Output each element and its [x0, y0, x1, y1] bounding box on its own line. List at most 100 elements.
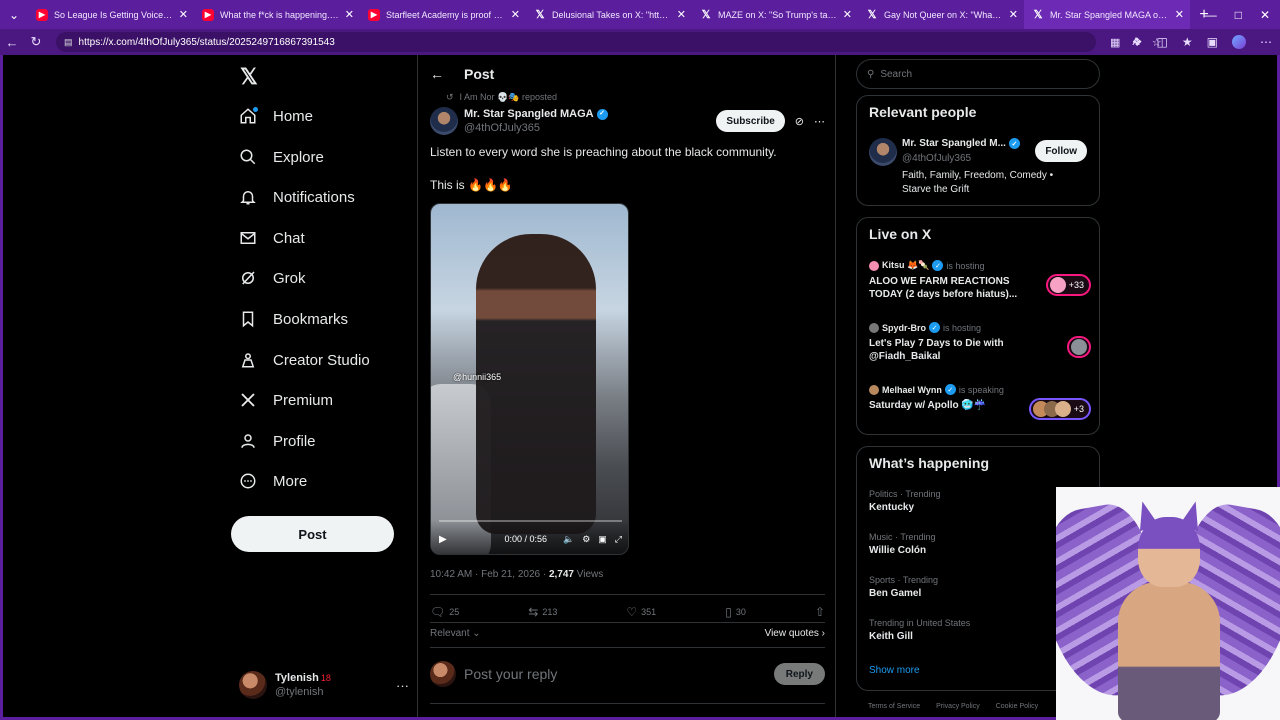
split-screen-icon[interactable]: ◫ — [1157, 35, 1168, 49]
trend-item[interactable]: Politics · Trending Kentucky — [869, 489, 941, 513]
refresh-icon[interactable]: ↻ — [24, 34, 48, 50]
live-item[interactable]: Spydr-Bro ✓ is hosting Let's Play 7 Days t… — [869, 322, 1091, 363]
reply-action[interactable]: 🗨 25 — [430, 605, 459, 619]
host-name: Melhael Wynn — [882, 384, 942, 395]
nav-more[interactable]: More — [237, 461, 307, 501]
browser-tab[interactable]: ▶ What the f*ck is happening.. - You ✕ — [194, 0, 360, 29]
host-name: Kitsu 🦊🍡 — [882, 260, 930, 270]
author-handle[interactable]: @4thOfJuly365 — [464, 121, 608, 135]
browser-tab[interactable]: ▶ Starfleet Academy is proof Hollyw ✕ — [360, 0, 526, 29]
more-options-icon[interactable]: ⋯ — [814, 115, 825, 128]
divider — [430, 594, 825, 595]
close-tab-icon[interactable]: ✕ — [1009, 8, 1018, 21]
account-switcher[interactable]: Tylenish 18 @tylenish ··· — [239, 667, 409, 703]
nav-premium[interactable]: Premium — [237, 380, 333, 420]
like-action[interactable]: ♡ 351 — [626, 605, 656, 619]
bookmark-action[interactable]: ▯ 30 — [725, 605, 746, 619]
nav-explore[interactable]: Explore — [237, 137, 324, 177]
volume-icon[interactable]: 🔈 — [563, 534, 574, 545]
reply-input[interactable] — [464, 666, 774, 682]
url-field[interactable]: ▤ https://x.com/4thOfJuly365/status/2025… — [56, 32, 1096, 52]
view-quotes-link[interactable]: View quotes › — [765, 628, 825, 639]
footer-link[interactable]: Terms of Service — [868, 703, 920, 710]
repost-action[interactable]: ⇆ 213 — [528, 605, 557, 619]
video-watermark: @hunnii365 — [453, 372, 502, 382]
share-action[interactable]: ⇧ — [815, 605, 825, 619]
x-logo-icon[interactable]: 𝕏 — [240, 64, 258, 90]
person-handle[interactable]: @4thOfJuly365 — [902, 153, 971, 164]
browser-tab[interactable]: 𝕏 MAZE on X: "So Trump's tariffs an ✕ — [692, 0, 858, 29]
footer-link[interactable]: Cookie Policy — [996, 703, 1038, 710]
author-name[interactable]: Mr. Star Spangled MAGA ✓ — [464, 107, 608, 121]
close-tab-icon[interactable]: ✕ — [677, 8, 686, 21]
video-player[interactable]: @hunnii365 ▶ 0:00 / 0:56 🔈 ⚙ ▣ ⤢ — [430, 203, 629, 555]
subscribe-button[interactable]: Subscribe — [716, 110, 785, 132]
settings-icon[interactable]: ⚙ — [582, 534, 590, 545]
search-input[interactable] — [880, 68, 1081, 80]
verified-badge-icon: ✓ — [944, 384, 956, 395]
post-button[interactable]: Post — [231, 516, 394, 552]
host-avatar — [869, 384, 879, 395]
trend-item[interactable]: Sports · Trending Ben Gamel — [869, 575, 938, 599]
play-icon[interactable]: ▶ — [439, 534, 447, 545]
browser-tab-active[interactable]: 𝕏 Mr. Star Spangled MAGA on X: "Li ✕ — [1024, 0, 1190, 29]
nav-bookmarks[interactable]: Bookmarks — [237, 299, 348, 339]
account-more-icon[interactable]: ··· — [396, 678, 409, 693]
close-tab-icon[interactable]: ✕ — [843, 8, 852, 21]
browser-tab[interactable]: 𝕏 Delusional Takes on X: "https://t.c ✕ — [526, 0, 692, 29]
nav-notifications[interactable]: Notifications — [237, 177, 355, 217]
trend-category: Trending in United States — [869, 618, 971, 628]
close-tab-icon[interactable]: ✕ — [179, 8, 188, 21]
browser-tab[interactable]: ▶ So League Is Getting Voice Chat... ✕ — [28, 0, 194, 29]
app-available-icon[interactable]: ▦ — [1110, 36, 1120, 49]
live-item[interactable]: Kitsu 🦊🍡 ✓ is hosting ALOO WE FARM REACTIO… — [869, 260, 1091, 301]
collections-icon[interactable]: ▣ — [1207, 35, 1218, 49]
post-text-emoji: This is 🔥🔥🔥 — [430, 178, 513, 192]
browser-tab-bar: ⌄ ▶ So League Is Getting Voice Chat... ✕ ▶… — [0, 0, 1280, 29]
nav-grok[interactable]: Grok — [237, 258, 306, 298]
follow-button[interactable]: Follow — [1035, 140, 1087, 162]
footer-link[interactable]: Privacy Policy — [936, 703, 980, 710]
person-name[interactable]: Mr. Star Spangled M... ✓ — [902, 138, 1020, 149]
close-window-icon[interactable]: ✕ — [1260, 8, 1270, 22]
author-avatar[interactable] — [430, 107, 458, 135]
timestamp-text[interactable]: 10:42 AM · Feb 21, 2026 · — [430, 569, 549, 580]
site-info-icon[interactable]: ▤ — [64, 37, 73, 48]
tab-list-chevron-icon[interactable]: ⌄ — [0, 0, 28, 29]
favorites-icon[interactable]: ★ — [1182, 35, 1193, 49]
sort-relevant-dropdown[interactable]: Relevant ⌄ — [430, 628, 481, 639]
show-more-link[interactable]: Show more — [869, 665, 920, 676]
nav-label: Bookmarks — [273, 310, 349, 328]
nav-creator-studio[interactable]: Creator Studio — [237, 340, 370, 380]
maximize-icon[interactable]: □ — [1235, 8, 1242, 22]
sort-label: Relevant — [430, 628, 470, 639]
close-tab-icon[interactable]: ✕ — [345, 8, 354, 21]
youtube-icon: ▶ — [202, 8, 214, 21]
x-icon: 𝕏 — [867, 9, 877, 21]
reply-button[interactable]: Reply — [773, 663, 825, 685]
nav-home[interactable]: Home — [237, 96, 313, 136]
picture-in-picture-icon[interactable]: ▣ — [598, 534, 607, 545]
browser-tab[interactable]: 𝕏 Gay Not Queer on X: "What a not ✕ — [858, 0, 1024, 29]
live-item[interactable]: Melhael Wynn ✓ is speaking Saturday w/ Apo… — [869, 384, 1091, 420]
repost-text[interactable]: I Am Nor 💀🎭 reposted — [460, 92, 557, 103]
browser-menu-icon[interactable]: ⋯ — [1260, 35, 1272, 49]
close-tab-icon[interactable]: ✕ — [1175, 8, 1184, 21]
close-tab-icon[interactable]: ✕ — [511, 8, 520, 21]
listener-avatar — [1049, 277, 1066, 293]
minimize-icon[interactable]: — — [1205, 8, 1217, 22]
fullscreen-icon[interactable]: ⤢ — [615, 534, 622, 545]
nav-chat[interactable]: Chat — [237, 218, 305, 258]
browser-profile-avatar[interactable] — [1232, 35, 1246, 49]
back-arrow-icon[interactable]: ← — [430, 66, 444, 82]
trend-item[interactable]: Trending in United States Keith Gill — [869, 618, 970, 642]
search-box[interactable]: ⚲ — [856, 59, 1100, 89]
avatar[interactable] — [869, 138, 897, 166]
trend-item[interactable]: Music · Trending Willie Colón — [869, 532, 936, 556]
extensions-icon[interactable]: ❖ — [1132, 35, 1143, 49]
x-icon: 𝕏 — [701, 9, 711, 21]
back-icon[interactable]: ← — [0, 35, 24, 50]
video-progress-bar[interactable] — [439, 520, 622, 522]
grok-icon[interactable]: ⊘ — [795, 115, 804, 128]
nav-profile[interactable]: Profile — [237, 421, 316, 461]
